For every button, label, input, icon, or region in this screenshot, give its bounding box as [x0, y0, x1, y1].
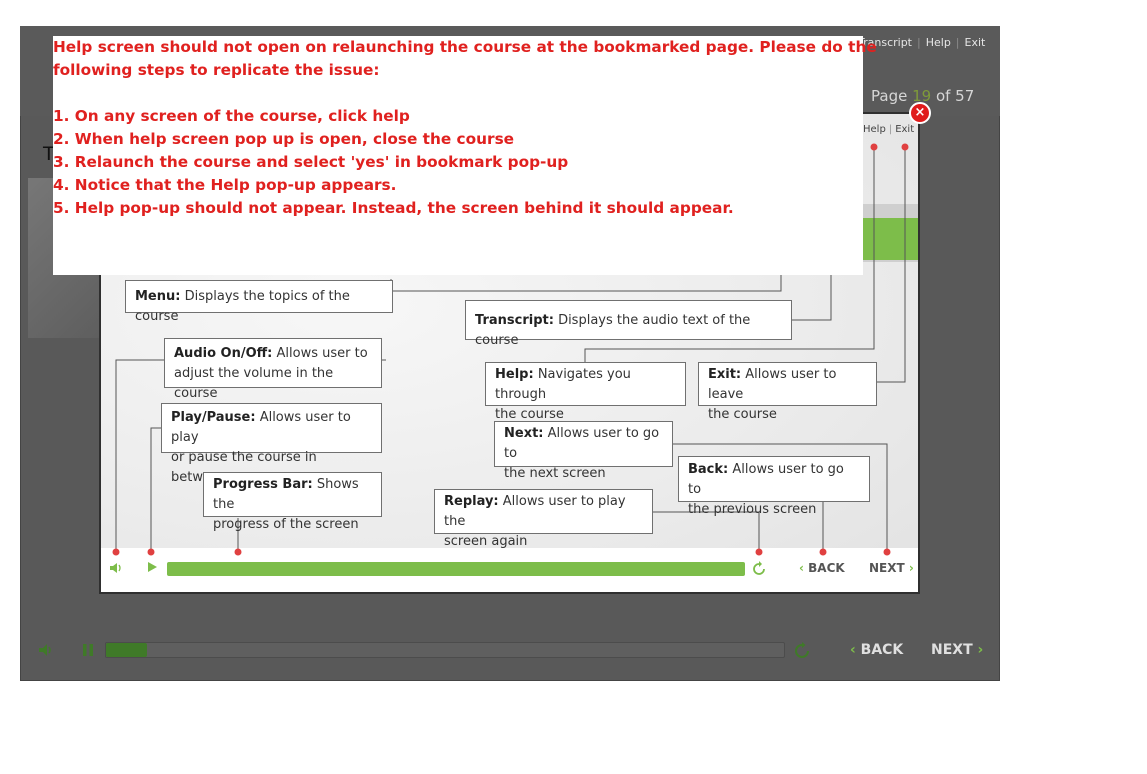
note-line: 3. Relaunch the course and select 'yes' … [53, 153, 569, 171]
callout-title: Exit: [708, 367, 742, 382]
separator: | [955, 36, 960, 49]
callout-audio: Audio On/Off: Allows user to adjust the v… [164, 338, 382, 401]
chevron-left-icon: ‹ [799, 561, 804, 575]
popup-back-button[interactable]: ‹ BACK [799, 561, 845, 575]
popup-next-button[interactable]: NEXT › [869, 561, 914, 575]
back-label: BACK [808, 561, 845, 575]
callout-play-pause: Play/Pause: Allows user to play or pause … [161, 403, 382, 485]
help-link[interactable]: Help [926, 36, 951, 49]
next-dot [883, 548, 891, 556]
player-progress-bar[interactable] [105, 642, 785, 658]
help-dot [870, 143, 878, 151]
play-dot [147, 548, 155, 556]
chevron-right-icon: › [908, 561, 914, 575]
speaker-icon[interactable] [38, 642, 54, 658]
player-back-button[interactable]: ‹ BACK [850, 642, 903, 658]
callout-menu: Menu: Displays the topics of the course [125, 280, 393, 324]
exit-link[interactable]: Exit [965, 36, 986, 49]
exit-connector [877, 148, 906, 383]
replay-icon[interactable] [751, 561, 767, 577]
play-icon[interactable] [145, 560, 159, 574]
play-connector [150, 427, 161, 552]
callout-title: Back: [688, 462, 729, 477]
note-line: 4. Notice that the Help pop-up appears. [53, 176, 397, 194]
callout-text: the previous screen [688, 502, 817, 517]
player-progress-fill [106, 643, 147, 657]
speaker-icon[interactable] [109, 561, 123, 575]
note-line: 1. On any screen of the course, click he… [53, 107, 410, 125]
callout-title: Transcript: [475, 313, 554, 328]
callout-text: the next screen [504, 466, 606, 481]
callout-text: screen again [444, 534, 528, 549]
callout-exit: Exit: Allows user to leave the course [698, 362, 877, 422]
note-line: Help screen should not open on relaunchi… [53, 38, 877, 56]
callout-help: Help: Navigates you through the course [485, 362, 686, 422]
callout-text: progress of the screen [213, 517, 359, 532]
back-dot [819, 548, 827, 556]
note-blank-line [53, 82, 863, 105]
callout-replay: Replay: Allows user to play the screen ag… [434, 489, 653, 549]
note-line: 5. Help pop-up should not appear. Instea… [53, 199, 734, 217]
replay-dot [755, 548, 763, 556]
exit-dot [901, 143, 909, 151]
callout-back: Back: Allows user to go to the previous s… [678, 456, 870, 517]
callout-text: the course [708, 407, 777, 422]
callout-text: the course [495, 407, 564, 422]
page-prefix: Page [871, 87, 913, 105]
callout-progress-bar: Progress Bar: Shows the progress of the s… [203, 472, 382, 532]
player-top-links: Transcript | Help | Exit [858, 36, 985, 49]
callout-title: Replay: [444, 494, 499, 509]
chevron-right-icon: › [977, 642, 984, 658]
callout-next: Next: Allows user to go to the next scree… [494, 421, 673, 481]
chevron-left-icon: ‹ [850, 642, 856, 658]
close-popup-button[interactable]: × [909, 102, 931, 124]
separator: | [917, 36, 921, 49]
callout-title: Audio On/Off: [174, 346, 273, 361]
callout-title: Progress Bar: [213, 477, 313, 492]
replay-icon[interactable] [793, 642, 811, 660]
page-suffix: of 57 [931, 87, 975, 105]
back-label: BACK [860, 642, 904, 658]
audio-connector [115, 359, 164, 552]
transcript-connector [791, 274, 832, 321]
callout-transcript: Transcript: Displays the audio text of t… [465, 300, 792, 348]
popup-progress-bar[interactable] [167, 562, 745, 576]
callout-title: Help: [495, 367, 534, 382]
callout-title: Play/Pause: [171, 410, 256, 425]
audio-dot [112, 548, 120, 556]
callout-title: Next: [504, 426, 544, 441]
note-line: following steps to replicate the issue: [53, 61, 380, 79]
next-label: NEXT [931, 642, 973, 658]
callout-text: Allows user to [276, 346, 368, 361]
note-line: 2. When help screen pop up is open, clos… [53, 130, 515, 148]
bug-report-note: Help screen should not open on relaunchi… [53, 36, 877, 275]
next-label: NEXT [869, 561, 905, 575]
player-next-button[interactable]: NEXT › [931, 642, 983, 658]
pause-icon[interactable] [80, 642, 96, 658]
progress-dot [234, 548, 242, 556]
callout-title: Menu: [135, 289, 181, 304]
